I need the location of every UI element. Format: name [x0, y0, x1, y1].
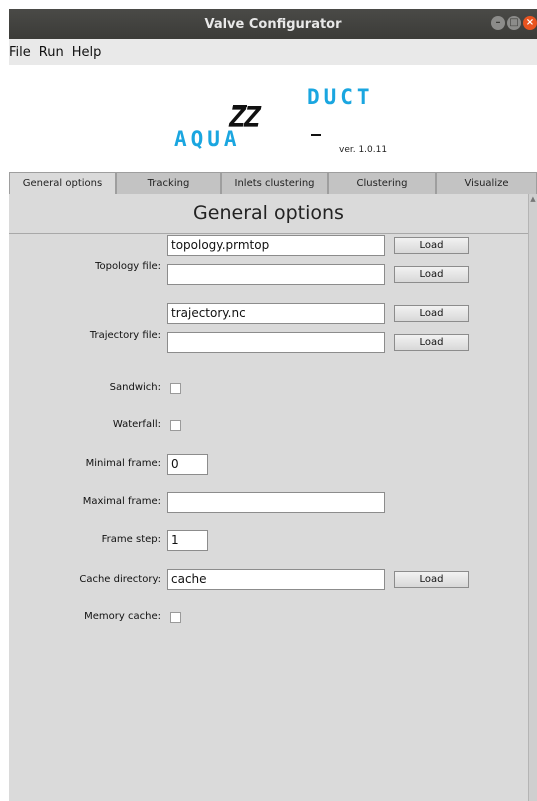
cache-directory-input[interactable]: cache: [167, 569, 385, 590]
minimize-icon[interactable]: –: [491, 16, 505, 30]
logo-duct-text: DUCT: [307, 85, 374, 109]
frame-step-label: Frame step:: [101, 534, 161, 545]
logo-banner: ZZ DUCT AQUA ver. 1.0.11: [9, 65, 537, 176]
frame-step-input[interactable]: 1: [167, 530, 208, 551]
maximal-frame-input[interactable]: [167, 492, 385, 513]
topology-file-label: Topology file:: [95, 261, 161, 272]
minimal-frame-label: Minimal frame:: [85, 458, 161, 469]
menu-file[interactable]: File: [9, 45, 31, 60]
tab-visualize[interactable]: Visualize: [436, 172, 537, 194]
tab-tracking[interactable]: Tracking: [116, 172, 221, 194]
section-title: General options: [193, 202, 344, 224]
sandwich-checkbox[interactable]: [170, 383, 181, 394]
scroll-up-icon[interactable]: ▲: [529, 194, 537, 204]
tab-clustering[interactable]: Clustering: [328, 172, 436, 194]
trajectory-file-input[interactable]: trajectory.nc: [167, 303, 385, 324]
tab-general-options[interactable]: General options: [9, 172, 116, 194]
memory-cache-checkbox[interactable]: [170, 612, 181, 623]
topology-file-input-2[interactable]: [167, 264, 385, 285]
menu-run[interactable]: Run: [35, 45, 64, 60]
trajectory-load-button-2[interactable]: Load: [394, 334, 469, 351]
waterfall-checkbox[interactable]: [170, 420, 181, 431]
topology-load-button-2[interactable]: Load: [394, 266, 469, 283]
sandwich-label: Sandwich:: [109, 382, 161, 393]
vertical-scrollbar[interactable]: ▲: [528, 194, 537, 801]
maximize-icon[interactable]: □: [507, 16, 521, 30]
close-icon[interactable]: ×: [523, 16, 537, 30]
topology-load-button[interactable]: Load: [394, 237, 469, 254]
general-options-panel: General options Topology file: topology.…: [9, 194, 528, 801]
title-bar[interactable]: Valve Configurator – □ ×: [9, 9, 537, 39]
menu-help[interactable]: Help: [68, 45, 102, 60]
section-divider: [9, 233, 528, 234]
tab-bar: General options Tracking Inlets clusteri…: [9, 172, 537, 194]
memory-cache-label: Memory cache:: [84, 611, 161, 622]
minimal-frame-input[interactable]: 0: [167, 454, 208, 475]
trajectory-file-label: Trajectory file:: [89, 330, 161, 341]
maximal-frame-label: Maximal frame:: [82, 496, 161, 507]
trajectory-load-button[interactable]: Load: [394, 305, 469, 322]
logo-dash: [311, 134, 321, 136]
logo-aqua-text: AQUA: [174, 127, 241, 151]
version-label: ver. 1.0.11: [339, 145, 388, 155]
window-title: Valve Configurator: [204, 16, 342, 32]
tab-inlets-clustering[interactable]: Inlets clustering: [221, 172, 328, 194]
cache-directory-load-button[interactable]: Load: [394, 571, 469, 588]
window-controls: – □ ×: [491, 16, 537, 30]
trajectory-file-input-2[interactable]: [167, 332, 385, 353]
app-window: Valve Configurator – □ × File Run Help Z…: [9, 9, 537, 801]
cache-directory-label: Cache directory:: [79, 574, 161, 585]
menu-bar: File Run Help: [9, 39, 537, 65]
waterfall-label: Waterfall:: [112, 419, 161, 430]
topology-file-input[interactable]: topology.prmtop: [167, 235, 385, 256]
